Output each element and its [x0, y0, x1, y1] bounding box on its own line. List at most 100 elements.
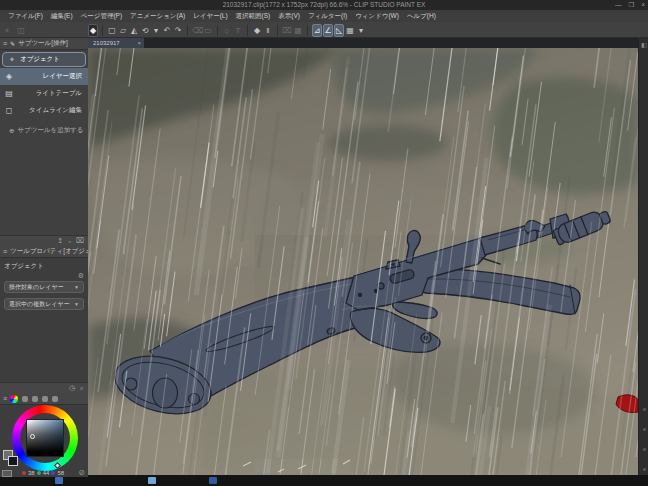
plus-icon: ⊕	[9, 127, 14, 135]
taskbar-app-2[interactable]	[148, 477, 156, 484]
rotate-icon[interactable]: ⟲	[140, 24, 150, 37]
text-icon[interactable]: T	[233, 24, 243, 37]
history-icon[interactable]: ◷	[69, 384, 75, 392]
menu-item-1[interactable]: 編集(E)	[47, 12, 77, 21]
windows-taskbar	[0, 475, 648, 486]
foreground-color-swatch[interactable]	[8, 456, 18, 466]
tool-property-dropdown-1[interactable]: 選択中の複数レイヤー ▼	[4, 298, 84, 310]
import-subtool-icon[interactable]: ↥	[58, 237, 64, 245]
rgb-dot-B	[51, 471, 55, 475]
brightness-icon[interactable]: ☼	[222, 24, 232, 37]
command-bar: ⌖◫ ◆▢▱◭⟲▾↶↷⌫▭☼T◆‖⌧▦⊿∠◺▦▾	[0, 22, 648, 38]
menu-bar: ファイル(F)編集(E)ページ管理(P)アニメーション(A)レイヤー(L)選択範…	[0, 10, 648, 22]
subtool-item-label: タイムライン編集	[15, 106, 85, 115]
color-history-tab-icon[interactable]	[52, 396, 58, 402]
dock-tool-icon[interactable]: ⌖	[2, 24, 12, 37]
gem-icon[interactable]: ◆	[252, 24, 262, 37]
collapse-dock-icon[interactable]: ◧	[641, 41, 647, 48]
dropdown-label: 選択中の複数レイヤー	[9, 300, 70, 309]
subtool-panel-menu-icon[interactable]: ≡	[3, 40, 7, 47]
dropdown-label: 操作対象のレイヤー	[9, 283, 64, 292]
menu-item-9[interactable]: ヘルプ(H)	[403, 12, 440, 21]
subtool-item-2[interactable]: ▤ライトテーブル	[0, 85, 88, 102]
chevron-down-icon: ▼	[74, 301, 79, 307]
menu-item-0[interactable]: ファイル(F)	[4, 12, 47, 21]
tool-property-subtitle: オブジェクト	[0, 258, 88, 271]
taskbar-app-1[interactable]	[55, 477, 63, 484]
no-color-icon[interactable]: ⊘	[78, 468, 85, 477]
dock-panel-icon[interactable]: ◫	[16, 24, 26, 37]
rgb-values: 384458	[22, 470, 64, 476]
menu-item-6[interactable]: 表示(V)	[274, 12, 304, 21]
minimize-button[interactable]: —	[615, 0, 622, 10]
snap-grid-icon[interactable]: ◺	[334, 24, 344, 37]
add-subtool-label: サブツールを追加する	[17, 126, 83, 135]
pen-icon: ✎	[10, 40, 15, 47]
sep2	[187, 25, 188, 36]
restore-button[interactable]: ❐	[628, 0, 634, 10]
color-wheel-tab-icon[interactable]	[10, 395, 18, 403]
subtool-item-3[interactable]: ◻タイムライン編集	[0, 102, 88, 119]
subtool-panel: ≡ ✎ サブツール[操作] ⌖オブジェクト◈レイヤー選択▤ライトテーブル◻タイム…	[0, 38, 88, 246]
window-title: 21032917.clip(1772 x 1752px 72dpi) 66.6%…	[223, 1, 426, 8]
canvas-viewport[interactable]	[88, 48, 638, 475]
menu-item-3[interactable]: アニメーション(A)	[126, 12, 189, 21]
snap-menu-icon[interactable]: ▦	[345, 24, 355, 37]
subtool-panel-title: サブツール[操作]	[18, 39, 68, 48]
menu-item-2[interactable]: ページ管理(P)	[77, 12, 126, 21]
clip-studio-logo[interactable]: ◆	[88, 24, 98, 37]
menu-item-4[interactable]: レイヤー(L)	[189, 12, 231, 21]
transparent-color-swatch[interactable]	[2, 470, 12, 477]
snap-special-icon[interactable]: ∠	[323, 24, 333, 37]
color-set-tab-icon[interactable]	[32, 396, 38, 402]
tool-property-menu-icon[interactable]: ≡	[3, 248, 7, 255]
new-subtool-icon[interactable]: ▫	[68, 238, 70, 245]
title-bar: 21032917.clip(1772 x 1752px 72dpi) 66.6%…	[0, 0, 648, 10]
tool-property-dropdown-0[interactable]: 操作対象のレイヤー▼	[4, 281, 84, 293]
subtool-item-icon: ◻	[3, 106, 15, 115]
color-panel-menu-icon[interactable]: ≡	[3, 395, 7, 402]
new-file-icon[interactable]: ▢	[107, 24, 117, 37]
taskbar-app-3[interactable]	[209, 477, 217, 484]
subtool-item-icon: ◈	[3, 72, 15, 81]
wrench-icon[interactable]: ⚙	[78, 272, 84, 280]
add-subtool-row[interactable]: ⊕ サブツールを追加する	[0, 123, 88, 138]
menu-item-5[interactable]: 選択範囲(S)	[232, 12, 275, 21]
search-icon[interactable]: ⌕	[80, 384, 84, 392]
document-tab-label: 21032917	[93, 40, 120, 46]
close-button[interactable]: ×	[641, 0, 645, 10]
color-slider-tab-icon[interactable]	[22, 396, 28, 402]
canvas-artwork	[88, 48, 638, 475]
save-icon[interactable]: ◭	[129, 24, 139, 37]
warn-icon[interactable]: ‖	[263, 24, 273, 37]
sep4	[247, 25, 248, 36]
grid-icon[interactable]: ▦	[293, 24, 303, 37]
sep6	[307, 25, 308, 36]
snap-caret-icon[interactable]: ▾	[356, 24, 366, 37]
rgb-dot-G	[37, 471, 41, 475]
color-mixer-tab-icon[interactable]	[42, 396, 48, 402]
document-tab[interactable]: 21032917 ×	[88, 38, 144, 48]
menu-item-7[interactable]: フィルター(I)	[304, 12, 351, 21]
open-file-icon[interactable]: ▱	[118, 24, 128, 37]
rotate-caret-icon[interactable]: ▾	[151, 24, 161, 37]
select-area-icon[interactable]: ⌧	[282, 24, 292, 37]
subtool-item-1[interactable]: ◈レイヤー選択	[0, 68, 88, 85]
tool-property-panel: ≡ ツールプロパティ[オブジェクト] オブジェクト ⚙ 操作対象のレイヤー▼選択…	[0, 246, 88, 393]
delete-subtool-icon[interactable]: ⌧	[76, 237, 84, 245]
delete-icon[interactable]: ⌫	[192, 24, 202, 37]
subtool-item-0[interactable]: ⌖オブジェクト	[2, 52, 86, 67]
menu-item-8[interactable]: ウィンドウ(W)	[351, 12, 403, 21]
sep3	[217, 25, 218, 36]
deselect-icon[interactable]: ▭	[203, 24, 213, 37]
subtool-item-label: ライトテーブル	[15, 89, 85, 98]
snap-ruler-icon[interactable]: ⊿	[312, 24, 322, 37]
right-dock-strip[interactable]: ◧	[638, 38, 648, 475]
clip-studio-paint-window: 21032917.clip(1772 x 1752px 72dpi) 66.6%…	[0, 0, 648, 486]
document-tab-bar: 21032917 ×	[88, 38, 638, 48]
rgb-value-B: 58	[57, 470, 64, 476]
tab-close-icon[interactable]: ×	[137, 38, 141, 48]
redo-icon[interactable]: ↷	[173, 24, 183, 37]
undo-icon[interactable]: ↶	[162, 24, 172, 37]
sv-cursor[interactable]	[30, 434, 35, 439]
